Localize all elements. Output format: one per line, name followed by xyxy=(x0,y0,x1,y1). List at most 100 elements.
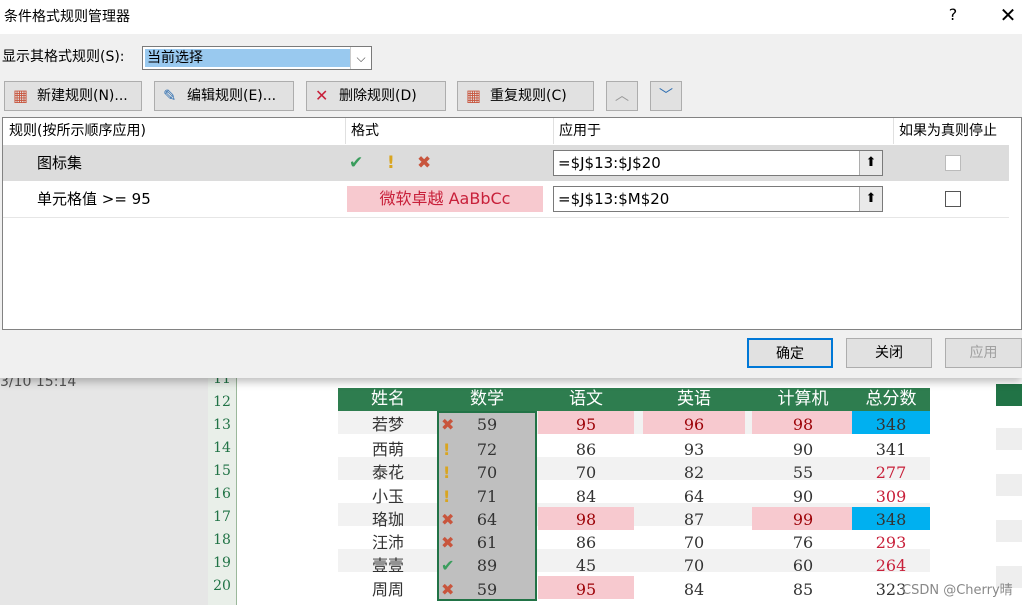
cell-chinese[interactable]: 98 xyxy=(538,508,634,531)
cell-total[interactable]: 341 xyxy=(852,438,930,461)
edit-rule-button[interactable]: ✎ 编辑规则(E)... xyxy=(154,81,294,111)
header-math[interactable]: 数学 xyxy=(437,388,537,411)
delete-rule-button[interactable]: ✕ 删除规则(D) xyxy=(306,81,446,111)
cell-computer[interactable]: 55 xyxy=(752,461,854,484)
header-total[interactable]: 总分数 xyxy=(852,388,930,411)
cell-english[interactable]: 70 xyxy=(643,554,745,577)
new-rule-button[interactable]: ▦ 新建规则(N)... xyxy=(4,81,142,111)
cell-name[interactable]: 西萌 xyxy=(338,438,438,461)
cell-computer[interactable]: 76 xyxy=(752,531,854,554)
cell-name[interactable]: 若梦 xyxy=(338,413,438,436)
column-applies-to[interactable]: 应用于 xyxy=(559,118,601,144)
cell-english[interactable]: 87 xyxy=(643,508,745,531)
exclamation-icon: ! xyxy=(443,463,451,482)
cell-total[interactable]: 309 xyxy=(852,485,930,508)
cell-total[interactable]: 277 xyxy=(852,461,930,484)
row-number[interactable]: 13 xyxy=(208,414,236,437)
cell-computer[interactable]: 60 xyxy=(752,554,854,577)
cell-computer[interactable]: 98 xyxy=(752,413,854,436)
cell-english[interactable]: 70 xyxy=(643,531,745,554)
cell-total[interactable]: 293 xyxy=(852,531,930,554)
cell-name[interactable]: 周周 xyxy=(338,578,438,601)
cell-chinese[interactable]: 45 xyxy=(538,554,634,577)
stop-if-true-checkbox[interactable] xyxy=(945,191,961,207)
column-stop-if-true[interactable]: 如果为真则停止 xyxy=(899,118,997,144)
header-chinese[interactable]: 语文 xyxy=(537,388,635,411)
move-up-button[interactable]: ︿ xyxy=(606,81,638,111)
help-button[interactable]: ? xyxy=(944,4,962,26)
row-number[interactable]: 15 xyxy=(208,460,236,483)
row-number[interactable]: 19 xyxy=(208,552,236,575)
cell-english[interactable]: 84 xyxy=(643,578,745,601)
row-number[interactable]: 16 xyxy=(208,483,236,506)
duplicate-rule-button[interactable]: ▦ 重复规则(C) xyxy=(457,81,594,111)
move-down-button[interactable]: ﹀ xyxy=(650,81,682,111)
table-icon: ▦ xyxy=(13,86,29,105)
cell-math[interactable]: 71 xyxy=(460,485,514,508)
rule-row[interactable]: 单元格值 >= 95 微软卓越 AaBbCc =$J$13:$M$20 ⬆ xyxy=(3,181,1009,218)
header-name[interactable]: 姓名 xyxy=(338,388,438,411)
header-english[interactable]: 英语 xyxy=(643,388,745,411)
cell-name[interactable]: 壹壹 xyxy=(338,554,438,577)
exclamation-icon: ! xyxy=(387,153,395,173)
cell-math[interactable]: 59 xyxy=(460,413,514,436)
cell-name[interactable]: 小玉 xyxy=(338,485,438,508)
cell-math[interactable]: 64 xyxy=(460,508,514,531)
row-number[interactable]: 17 xyxy=(208,506,236,529)
cell-english[interactable]: 82 xyxy=(643,461,745,484)
cell-name[interactable]: 汪沛 xyxy=(338,531,438,554)
close-button[interactable]: 关闭 xyxy=(846,338,932,368)
cell-computer[interactable]: 90 xyxy=(752,485,854,508)
cell-chinese[interactable]: 95 xyxy=(538,413,634,436)
ok-button[interactable]: 确定 xyxy=(747,338,833,368)
cell-total[interactable]: 348 xyxy=(852,413,930,436)
cell-chinese[interactable]: 86 xyxy=(538,531,634,554)
row-number[interactable]: 18 xyxy=(208,529,236,552)
cell-math[interactable]: 89 xyxy=(460,554,514,577)
cell-name[interactable]: 泰花 xyxy=(338,461,438,484)
applies-to-field[interactable]: =$J$13:$J$20 ⬆ xyxy=(553,150,883,176)
cell-english[interactable]: 64 xyxy=(643,485,745,508)
exclamation-icon: ! xyxy=(443,487,451,506)
cell-english[interactable]: 93 xyxy=(643,438,745,461)
header-computer[interactable]: 计算机 xyxy=(752,388,854,411)
cell-computer[interactable]: 90 xyxy=(752,438,854,461)
chevron-up-icon: ︿ xyxy=(615,88,629,104)
cell-chinese[interactable]: 84 xyxy=(538,485,634,508)
column-format[interactable]: 格式 xyxy=(351,118,379,144)
cell-total[interactable]: 348 xyxy=(852,508,930,531)
chevron-down-icon[interactable]: ⌵ xyxy=(350,47,371,69)
collapse-dialog-icon[interactable]: ⬆ xyxy=(859,151,882,175)
cell-total[interactable]: 264 xyxy=(852,554,930,577)
dialog-title: 条件格式规则管理器 xyxy=(4,9,130,25)
cell-math[interactable]: 61 xyxy=(460,531,514,554)
cell-computer[interactable]: 99 xyxy=(752,508,854,531)
row-number[interactable]: 20 xyxy=(208,575,236,598)
row-number[interactable]: 14 xyxy=(208,437,236,460)
collapse-dialog-icon[interactable]: ⬆ xyxy=(859,187,882,211)
cell-computer[interactable]: 85 xyxy=(752,578,854,601)
column-rule[interactable]: 规则(按所示顺序应用) xyxy=(9,118,146,144)
format-preview: 微软卓越 AaBbCc xyxy=(347,186,543,212)
applies-to-field[interactable]: =$J$13:$M$20 ⬆ xyxy=(553,186,883,212)
cell-math[interactable]: 70 xyxy=(460,461,514,484)
cell-name[interactable]: 珞珈 xyxy=(338,508,438,531)
cell-chinese[interactable]: 95 xyxy=(538,578,634,601)
show-rules-select[interactable]: 当前选择 ⌵ xyxy=(142,46,372,70)
title-bar[interactable] xyxy=(0,0,1022,34)
stop-if-true-checkbox[interactable] xyxy=(945,155,961,171)
show-rules-value: 当前选择 xyxy=(145,49,350,67)
cell-chinese[interactable]: 86 xyxy=(538,438,634,461)
row-number[interactable]: 12 xyxy=(208,391,236,414)
rule-row[interactable]: 图标集 ✔ ! ✖ =$J$13:$J$20 ⬆ xyxy=(3,145,1009,181)
column-separator xyxy=(345,118,346,144)
cell-chinese[interactable]: 70 xyxy=(538,461,634,484)
close-icon[interactable]: ✕ xyxy=(996,4,1020,26)
cell-math[interactable]: 59 xyxy=(460,578,514,601)
rules-list[interactable]: 规则(按所示顺序应用) 格式 应用于 如果为真则停止 图标集 ✔ ! ✖ =$J… xyxy=(2,117,1022,330)
spreadsheet-area: 3/10 15:14 11 12 13 14 15 16 17 18 19 20… xyxy=(0,371,1022,605)
cell-english[interactable]: 96 xyxy=(643,413,745,436)
apply-button[interactable]: 应用 xyxy=(945,338,1022,368)
column-separator xyxy=(553,118,554,144)
cell-math[interactable]: 72 xyxy=(460,438,514,461)
